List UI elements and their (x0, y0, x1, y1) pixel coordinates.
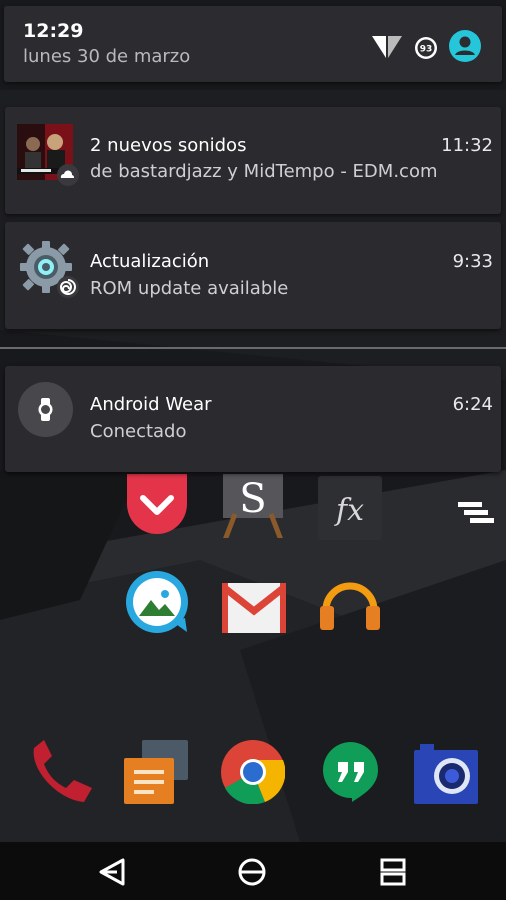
phone-app-icon[interactable] (28, 740, 92, 804)
gear-icon (20, 241, 79, 298)
home-button[interactable] (236, 856, 268, 888)
notification-android-wear[interactable]: Android Wear Conectado 6:24 (5, 366, 501, 472)
gallery-app-icon[interactable] (125, 570, 189, 634)
profile-icon[interactable] (449, 30, 481, 62)
hangouts-app-icon[interactable] (318, 740, 382, 804)
recents-button[interactable] (377, 856, 409, 888)
notification-text: de bastardjazz y MidTempo - EDM.com (90, 161, 438, 182)
watch-icon (38, 398, 53, 421)
signal-icon (372, 36, 402, 58)
notification-time: 6:24 (452, 394, 493, 415)
notification-text: Conectado (90, 421, 187, 442)
svg-text:fx: fx (334, 493, 364, 528)
notification-text: ROM update available (90, 278, 289, 299)
android-wear-icon (18, 382, 73, 437)
notification-divider (0, 347, 506, 349)
battery-icon: 93 (415, 37, 437, 59)
battery-level: 93 (420, 45, 433, 55)
quick-settings-header[interactable]: 12:29 lunes 30 de marzo 93 (4, 6, 502, 82)
chrome-app-icon[interactable] (221, 740, 285, 804)
notification-title: Android Wear (90, 394, 212, 415)
status-date: lunes 30 de marzo (23, 46, 191, 67)
status-clock: 12:29 (23, 20, 84, 42)
sketch-app-icon[interactable]: S (221, 474, 285, 538)
messages-app-icon[interactable] (124, 740, 188, 804)
camera-app-icon[interactable] (414, 742, 478, 806)
more-menu-icon[interactable] (458, 500, 494, 526)
pocket-app-icon[interactable] (125, 474, 189, 538)
svg-text:S: S (239, 476, 266, 522)
notification-soundcloud[interactable]: 2 nuevos sonidos de bastardjazz y MidTem… (5, 107, 501, 214)
notification-time: 9:33 (452, 251, 493, 272)
notification-title: 2 nuevos sonidos (90, 135, 247, 156)
fx-file-explorer-icon[interactable]: fx (318, 476, 382, 540)
back-button[interactable] (97, 856, 129, 888)
notification-title: Actualización (90, 251, 210, 272)
gmail-app-icon[interactable] (222, 576, 286, 640)
notification-rom-update[interactable]: Actualización ROM update available 9:33 (5, 222, 501, 329)
notification-time: 11:32 (441, 135, 493, 156)
soundcloud-icon (57, 164, 79, 186)
navigation-bar (0, 842, 506, 900)
play-music-app-icon[interactable] (318, 570, 382, 634)
